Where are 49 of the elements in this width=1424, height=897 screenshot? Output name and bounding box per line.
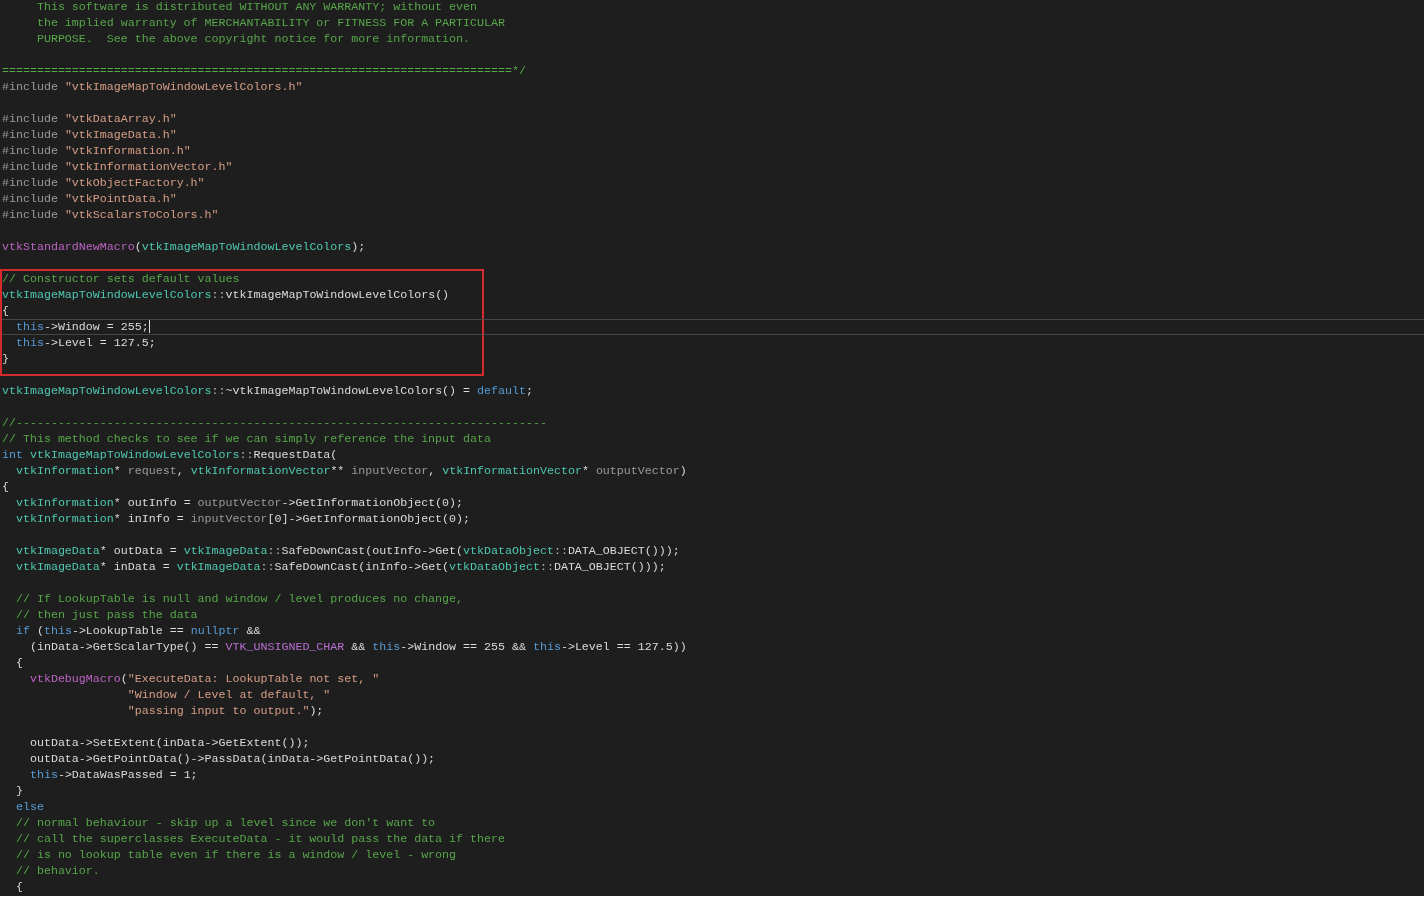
code-line: // call the superclasses ExecuteData - it would pass the data if there bbox=[14, 832, 505, 845]
code-line: #include "vtkImageData.h" bbox=[2, 128, 177, 141]
code-line: // then just pass the data bbox=[14, 608, 198, 621]
code-line: #include "vtkInformationVector.h" bbox=[2, 160, 233, 173]
code-line: vtkImageData* inData = vtkImageData::SafeDownCast(inInfo->Get(vtkDataObject::DATA_OBJECT())); bbox=[14, 560, 666, 573]
code-line: =========================================================================*/ bbox=[2, 64, 526, 77]
code-line: #include "vtkScalarsToColors.h" bbox=[2, 208, 219, 221]
code-line: #include "vtkObjectFactory.h" bbox=[2, 176, 205, 189]
code-line: vtkImageMapToWindowLevelColors::vtkImageMapToWindowLevelColors() bbox=[2, 288, 450, 301]
code-line: (inData->GetScalarType() == VTK_UNSIGNED_CHAR && this->Window == 255 && this->Level == 127.5)) bbox=[28, 640, 687, 653]
code-line: this->DataWasPassed = 1; bbox=[28, 768, 198, 781]
code-line: { bbox=[14, 656, 23, 669]
code-line: // This method checks to see if we can simply reference the input data bbox=[2, 432, 491, 445]
code-line: vtkStandardNewMacro(vtkImageMapToWindowLevelColors); bbox=[2, 240, 366, 253]
code-line: } bbox=[2, 352, 9, 365]
code-line: // is no lookup table even if there is a window / level - wrong bbox=[14, 848, 457, 861]
code-line: #include "vtkImageMapToWindowLevelColors.h" bbox=[2, 80, 303, 93]
code-line: "passing input to output."); bbox=[126, 704, 324, 717]
code-line: vtkImageMapToWindowLevelColors::~vtkImageMapToWindowLevelColors() = default; bbox=[2, 384, 533, 397]
code-line: this->Level = 127.5; bbox=[14, 336, 156, 349]
code-line: "Window / Level at default, " bbox=[126, 688, 331, 701]
text-cursor bbox=[148, 320, 150, 334]
code-line: //---------------------------------------------------------------------------- bbox=[2, 416, 547, 429]
code-line: #include "vtkPointData.h" bbox=[2, 192, 177, 205]
code-line: int vtkImageMapToWindowLevelColors::RequestData( bbox=[2, 448, 338, 461]
code-line: if (this->LookupTable == nullptr && bbox=[14, 624, 261, 637]
code-line: outData->GetPointData()->PassData(inData->GetPointData()); bbox=[28, 752, 436, 765]
code-line: } bbox=[14, 784, 23, 797]
code-line: // Constructor sets default values bbox=[2, 272, 240, 285]
code-line: // If LookupTable is null and window / level produces no change, bbox=[14, 592, 464, 605]
code-line: #include "vtkInformation.h" bbox=[2, 144, 191, 157]
code-line: { bbox=[14, 880, 23, 893]
code-line: else bbox=[14, 800, 44, 813]
code-line: outData->SetExtent(inData->GetExtent()); bbox=[28, 736, 310, 749]
code-line: #include "vtkDataArray.h" bbox=[2, 112, 177, 125]
code-line: vtkDebugMacro("ExecuteData: LookupTable not set, " bbox=[28, 672, 380, 685]
code-line: // behavior. bbox=[14, 864, 100, 877]
code-line: This software is distributed WITHOUT ANY WARRANTY; without even bbox=[35, 0, 477, 13]
code-line: PURPOSE. See the above copyright notice for more information. bbox=[35, 32, 471, 45]
code-line: vtkInformation* inInfo = inputVector[0]->GetInformationObject(0); bbox=[14, 512, 471, 525]
code-line: vtkInformation* request, vtkInformationVector** inputVector, vtkInformationVector* outputVector) bbox=[14, 464, 687, 477]
code-line: vtkImageData* outData = vtkImageData::SafeDownCast(outInfo->Get(vtkDataObject::DATA_OBJECT())); bbox=[14, 544, 680, 557]
code-line: // normal behaviour - skip up a level since we don't want to bbox=[14, 816, 436, 829]
code-editor[interactable] bbox=[0, 0, 1424, 896]
code-line: the implied warranty of MERCHANTABILITY or FITNESS FOR A PARTICULAR bbox=[35, 16, 505, 29]
code-line: { bbox=[2, 304, 9, 317]
code-line: this->Window = 255; bbox=[14, 320, 149, 333]
code-line: { bbox=[2, 480, 9, 493]
code-line: vtkInformation* outInfo = outputVector->GetInformationObject(0); bbox=[14, 496, 464, 509]
